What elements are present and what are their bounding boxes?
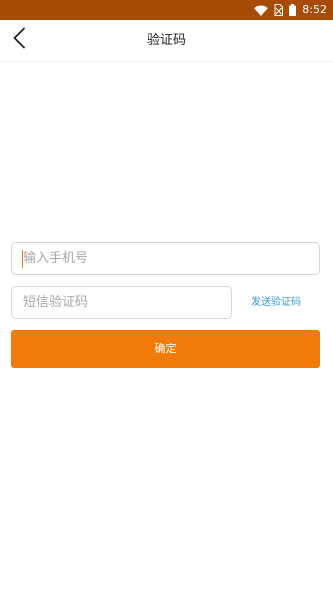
status-bar: 8:52 bbox=[0, 0, 333, 20]
page-title: 验证码 bbox=[146, 33, 186, 48]
sim-no-signal-icon bbox=[274, 1, 284, 20]
wifi-icon bbox=[254, 1, 269, 20]
battery-icon bbox=[289, 1, 297, 20]
send-code-button[interactable]: 发送验证码 bbox=[232, 286, 320, 319]
status-icons: 8:52 bbox=[254, 3, 327, 17]
sms-code-field[interactable] bbox=[11, 286, 232, 319]
sms-code-input[interactable] bbox=[23, 287, 222, 318]
phone-field[interactable] bbox=[11, 242, 320, 275]
nav-bar: 验证码 bbox=[0, 20, 333, 62]
status-time: 8:52 bbox=[302, 3, 327, 16]
confirm-button[interactable]: 确定 bbox=[11, 330, 320, 368]
phone-input[interactable] bbox=[23, 243, 310, 274]
